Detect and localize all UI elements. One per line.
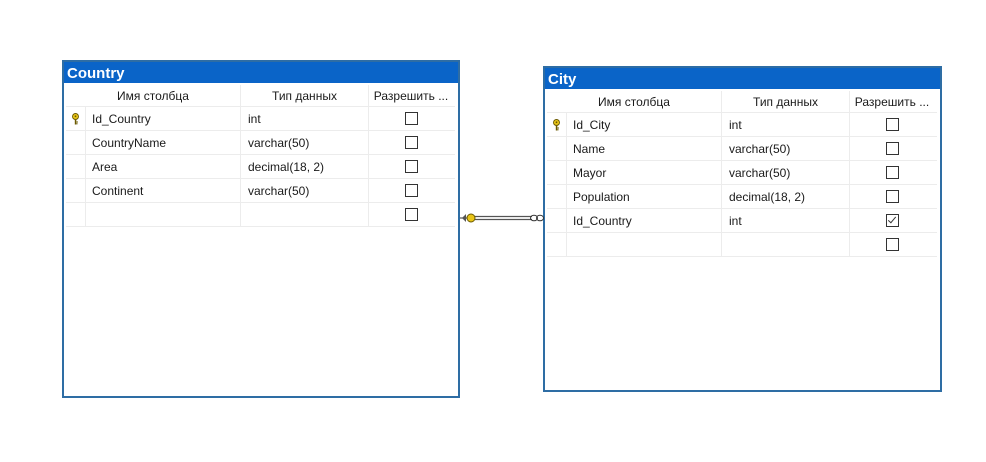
diagram-canvas: Country Имя столбца Тип данных Разрешить…	[0, 0, 986, 462]
relationship-infinity-icon	[530, 214, 544, 222]
relationship-line[interactable]	[0, 0, 986, 462]
relationship-key-icon	[462, 213, 476, 223]
